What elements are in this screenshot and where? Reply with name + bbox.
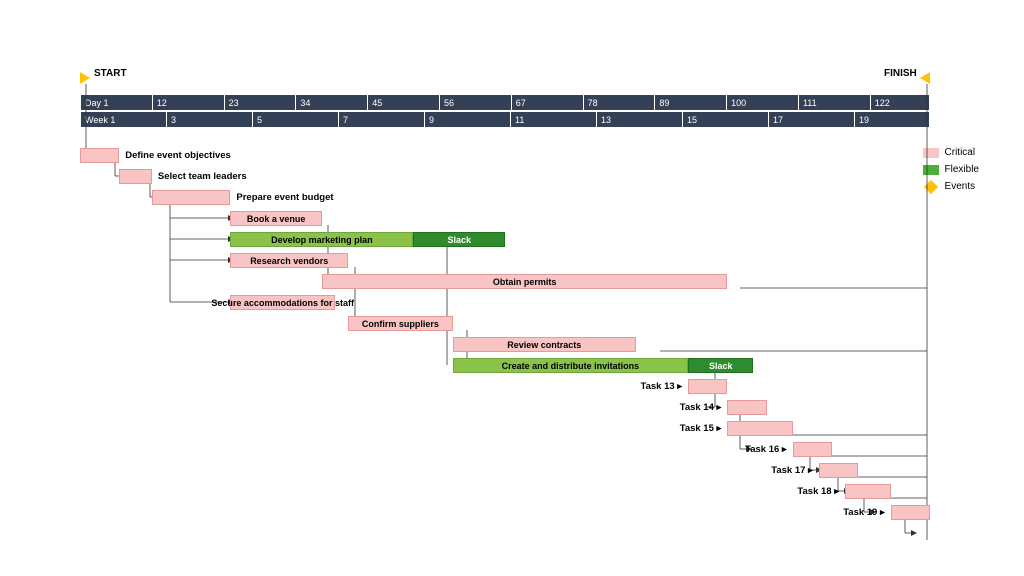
- task-label: Define event objectives: [125, 150, 231, 161]
- task-bar: [152, 190, 230, 205]
- task-bar: [845, 484, 891, 499]
- task-bar: Develop marketing plan: [230, 232, 413, 247]
- task-label: Task 14 ▸: [680, 402, 722, 413]
- task-bar: [819, 463, 858, 478]
- task-bar: [891, 505, 930, 520]
- task-label: Task 15 ▸: [680, 423, 722, 434]
- task-bar: [727, 421, 792, 436]
- task-bar: [80, 148, 119, 163]
- task-label: Task 18 ▸: [797, 486, 839, 497]
- task-bar: Confirm suppliers: [348, 316, 453, 331]
- task-label: Task 17 ▸: [771, 465, 813, 476]
- task-bar: Book a venue: [230, 211, 322, 226]
- task-label: Select team leaders: [158, 171, 247, 182]
- task-bar: [793, 442, 832, 457]
- task-bar: Create and distribute invitations: [453, 358, 688, 373]
- task-bar: [727, 400, 766, 415]
- slack-bar: Slack: [413, 232, 505, 247]
- gantt-chart: START FINISH Day 1 12 23 34 45 56 67 78 …: [0, 0, 1024, 576]
- task-label: Task 16 ▸: [745, 444, 787, 455]
- task-label: Task 13 ▸: [640, 381, 682, 392]
- task-bar: Research vendors: [230, 253, 348, 268]
- task-bar: Obtain permits: [322, 274, 727, 289]
- task-label: Task 19 ▸: [843, 507, 885, 518]
- task-bar: [688, 379, 727, 394]
- task-bar: [119, 169, 152, 184]
- task-bar: Secure accommodations for staff: [230, 295, 335, 310]
- task-label: Prepare event budget: [236, 192, 333, 203]
- task-bars: Define event objectives Select team leade…: [0, 0, 1024, 576]
- slack-bar: Slack: [688, 358, 753, 373]
- task-bar: Review contracts: [453, 337, 636, 352]
